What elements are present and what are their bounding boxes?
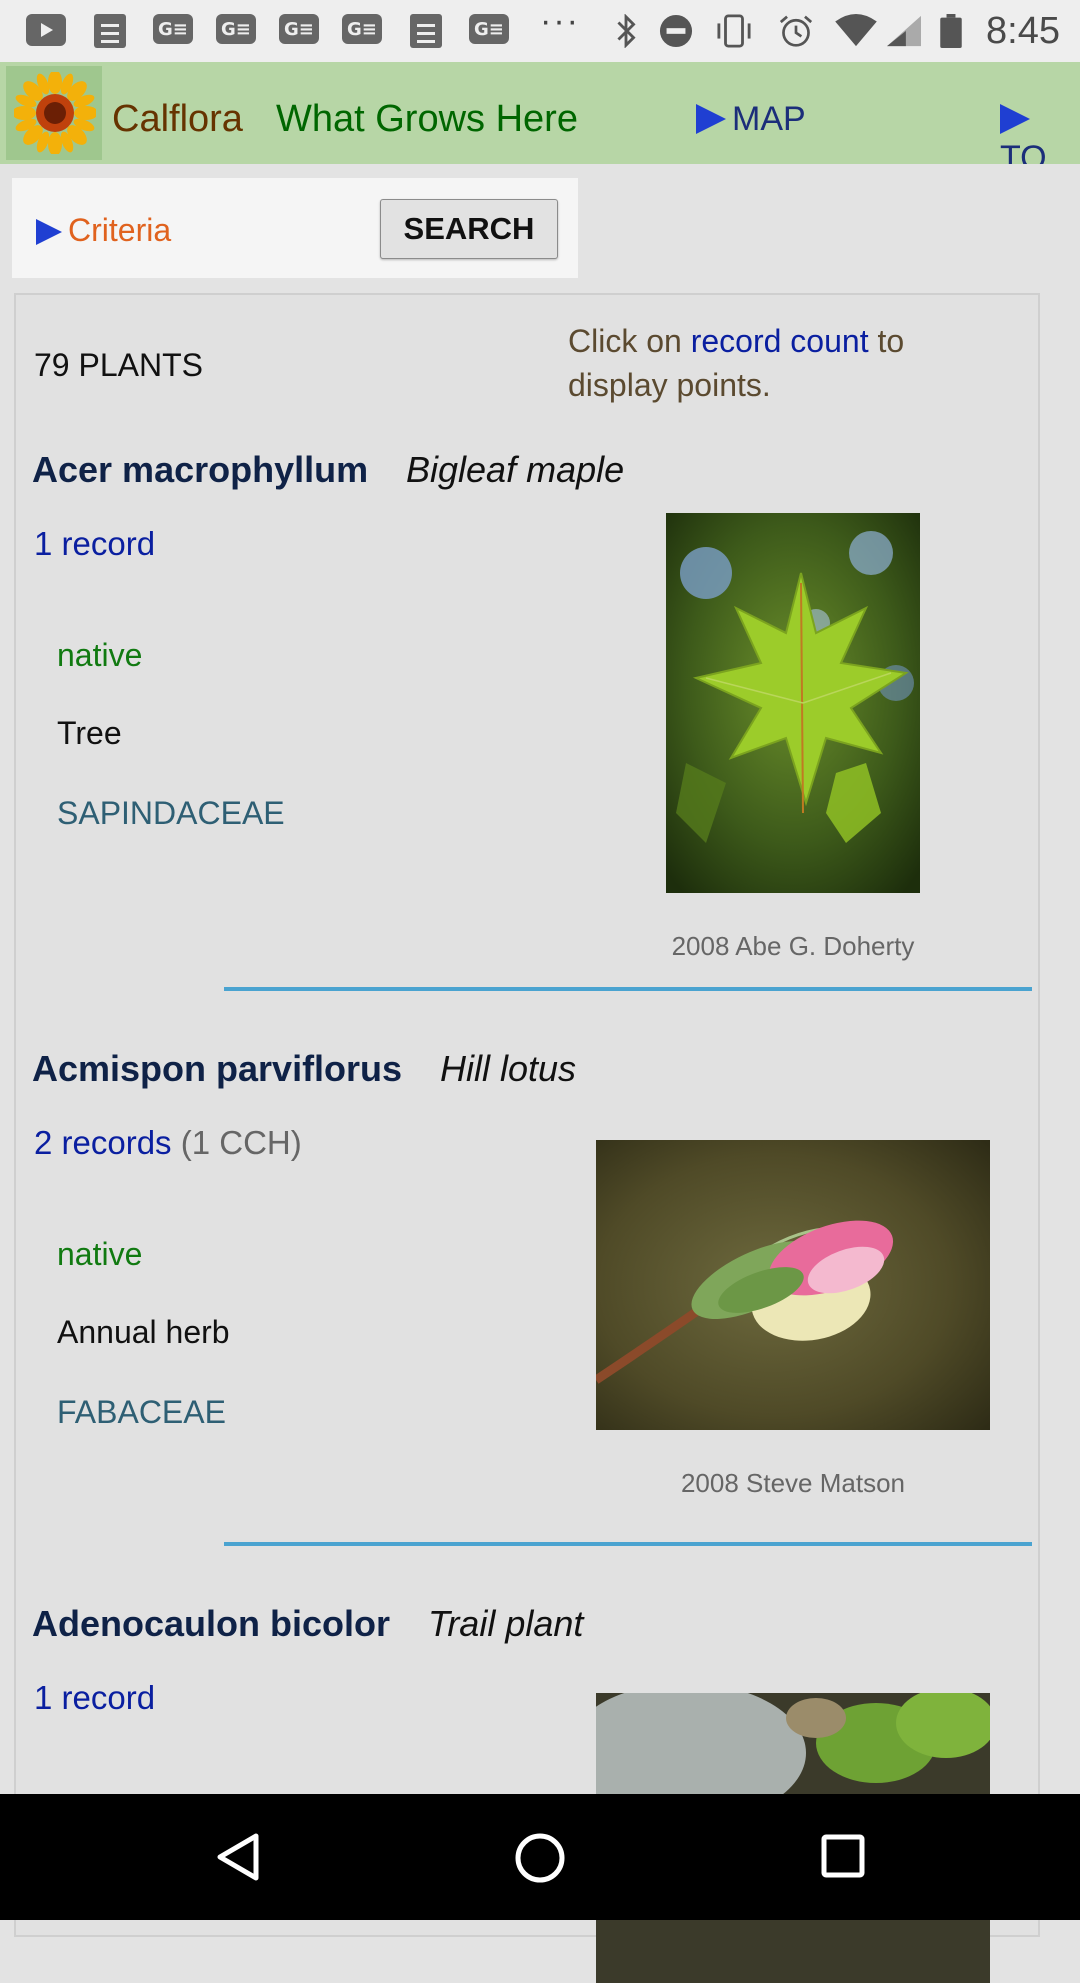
native-status: native: [57, 1236, 143, 1272]
record-count: 1 record: [34, 525, 156, 562]
nav-map-label: MAP: [732, 100, 806, 138]
divider: [224, 987, 1032, 991]
battery-icon: [940, 14, 962, 48]
sunflower-logo-icon: [14, 72, 96, 154]
brand-name[interactable]: Calflora: [112, 98, 243, 141]
scientific-name[interactable]: Acer macrophyllum: [32, 449, 368, 491]
status-bar: G≡ G≡ G≡ G≡ G≡ ··· 8:45: [0, 0, 1080, 62]
hint-text: Click on: [568, 323, 682, 359]
nav-to-link[interactable]: TO: [1000, 100, 1080, 164]
plant-habit: Tree: [57, 715, 122, 751]
cch-count: (1 CCH): [180, 1124, 302, 1161]
news-icon: G≡: [153, 14, 193, 44]
native-status: native: [57, 637, 143, 673]
back-icon[interactable]: [214, 1832, 262, 1882]
nav-to-label: TO: [1000, 139, 1047, 164]
scientific-name[interactable]: Adenocaulon bicolor: [32, 1603, 390, 1645]
criteria-bar: Criteria SEARCH: [12, 178, 578, 278]
plant-photo[interactable]: [596, 1140, 990, 1430]
triangle-right-icon: [1000, 104, 1030, 134]
common-name: Hill lotus: [440, 1048, 577, 1089]
app-header: Calflora What Grows Here MAP TO: [0, 62, 1080, 164]
common-name: Trail plant: [428, 1603, 584, 1644]
results-hint: Click on record count to display points.: [568, 319, 988, 407]
record-count-link[interactable]: 2 records (1 CCH): [34, 1124, 302, 1162]
docs-icon: [410, 14, 442, 48]
youtube-icon: [26, 14, 66, 46]
criteria-label: Criteria: [68, 212, 172, 248]
record-count-link[interactable]: 1 record: [34, 525, 155, 563]
plant-habit: Annual herb: [57, 1314, 230, 1350]
record-count-link[interactable]: 1 record: [34, 1679, 155, 1717]
divider: [224, 1542, 1032, 1546]
docs-icon: [94, 14, 126, 48]
search-button[interactable]: SEARCH: [380, 199, 558, 259]
plant-photo[interactable]: [666, 513, 920, 893]
home-icon[interactable]: [514, 1832, 566, 1884]
page-title: What Grows Here: [276, 98, 578, 140]
photo-credit: 2008 Steve Matson: [680, 1468, 906, 1498]
calflora-logo[interactable]: [6, 66, 102, 160]
clock: 8:45: [986, 10, 1060, 52]
more-notifications-icon: ···: [540, 2, 580, 40]
system-nav-bar: [0, 1794, 1080, 1920]
criteria-toggle[interactable]: Criteria: [36, 212, 171, 249]
news-icon: G≡: [342, 14, 382, 44]
maple-leaf-photo: [666, 513, 920, 893]
plant-count: 79 PLANTS: [34, 347, 203, 383]
recents-icon[interactable]: [820, 1832, 866, 1880]
triangle-right-icon: [36, 219, 62, 245]
triangle-right-icon: [696, 104, 726, 134]
nav-map-link[interactable]: MAP: [696, 100, 806, 139]
news-icon: G≡: [469, 14, 509, 44]
record-count: 2 records: [34, 1124, 172, 1161]
results-panel: 79 PLANTS Click on record count to displ…: [14, 293, 1040, 1983]
plant-family[interactable]: FABACEAE: [57, 1394, 226, 1431]
plant-family[interactable]: SAPINDACEAE: [57, 795, 285, 832]
news-icon: G≡: [279, 14, 319, 44]
bluetooth-icon: [617, 14, 636, 48]
common-name: Bigleaf maple: [406, 449, 625, 490]
scientific-name[interactable]: Acmispon parviflorus: [32, 1048, 402, 1090]
do-not-disturb-icon: [659, 14, 693, 48]
news-icon: G≡: [216, 14, 256, 44]
record-count: 1 record: [34, 1679, 156, 1716]
wifi-icon: [835, 14, 877, 47]
hint-link: record count: [690, 323, 869, 359]
signal-icon: [887, 15, 921, 47]
photo-credit: 2008 Abe G. Doherty: [671, 931, 915, 961]
alarm-icon: [779, 15, 813, 47]
lotus-flower-photo: [596, 1140, 990, 1430]
vibrate-icon: [717, 14, 751, 48]
